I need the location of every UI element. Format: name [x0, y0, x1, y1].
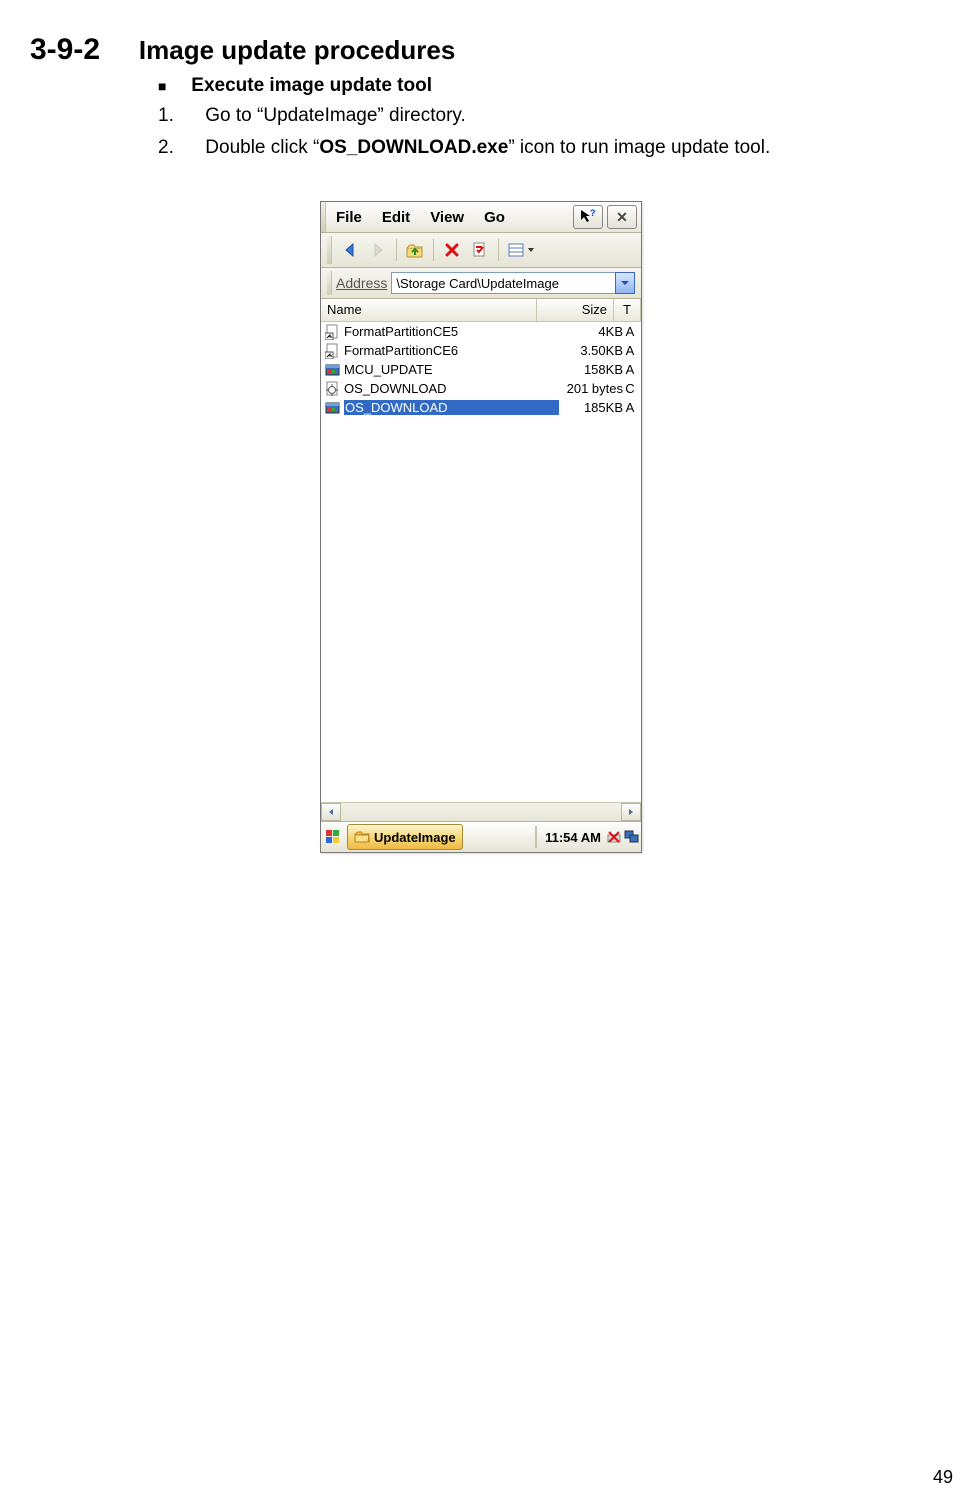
file-type-letter: C [623, 381, 637, 396]
chevron-down-icon [620, 278, 630, 288]
section-heading: 3-9-2 Image update procedures [30, 30, 913, 67]
file-type-letter: A [623, 324, 637, 339]
toolbar-divider-icon [433, 239, 434, 261]
delete-button[interactable] [440, 238, 464, 262]
file-type-letter: A [623, 343, 637, 358]
back-button[interactable] [338, 238, 362, 262]
file-name: FormatPartitionCE5 [344, 324, 559, 339]
step-2-number: 2. [158, 135, 200, 161]
svg-text:?: ? [590, 209, 596, 218]
menu-view[interactable]: View [420, 209, 474, 226]
forward-button[interactable] [366, 238, 390, 262]
addressbar-grip-icon [327, 271, 332, 295]
file-size: 185KB [559, 400, 623, 415]
start-button[interactable] [321, 828, 345, 846]
page-number: 49 [933, 1467, 953, 1488]
step-2: 2. Double click “OS_DOWNLOAD.exe” icon t… [158, 135, 913, 161]
file-list[interactable]: FormatPartitionCE54KBAFormatPartitionCE6… [321, 322, 641, 802]
explorer-window: File Edit View Go ? ✕ [320, 201, 642, 853]
menu-go[interactable]: Go [474, 209, 515, 226]
file-row[interactable]: OS_DOWNLOAD201 bytesC [321, 379, 641, 398]
taskbar-app-button[interactable]: UpdateImage [347, 824, 463, 850]
file-size: 4KB [559, 324, 623, 339]
step-1-number: 1. [158, 103, 200, 129]
tray-desktop-icon[interactable] [623, 829, 641, 845]
up-folder-button[interactable] [403, 238, 427, 262]
subsection-title: Execute image update tool [191, 75, 432, 96]
taskbar-clock: 11:54 AM [541, 830, 605, 845]
scroll-right-button[interactable] [621, 803, 641, 821]
file-size: 3.50KB [559, 343, 623, 358]
close-button[interactable]: ✕ [607, 205, 637, 229]
file-name: OS_DOWNLOAD [344, 381, 559, 396]
column-type[interactable]: T [614, 299, 641, 321]
taskbar-app-label: UpdateImage [374, 830, 456, 845]
bullet-square-icon: ■ [158, 78, 186, 94]
taskbar: UpdateImage 11:54 AM [321, 821, 641, 852]
file-size: 158KB [559, 362, 623, 377]
view-mode-button[interactable] [505, 238, 539, 262]
chevron-left-icon [327, 808, 335, 816]
chevron-right-icon [627, 808, 635, 816]
file-row[interactable]: FormatPartitionCE63.50KBA [321, 341, 641, 360]
file-row[interactable]: FormatPartitionCE54KBA [321, 322, 641, 341]
step-1-text: Go to “UpdateImage” directory. [205, 105, 465, 126]
step-2-text-a: Double click “ [205, 137, 319, 158]
subsection-heading: ■ Execute image update tool [158, 75, 913, 97]
properties-button[interactable] [468, 238, 492, 262]
help-cursor-icon: ? [580, 209, 596, 226]
address-label: Address [336, 275, 387, 291]
taskbar-divider-icon [535, 826, 537, 848]
section-number: 3-9-2 [30, 33, 130, 67]
tray-network-icon[interactable] [605, 829, 623, 845]
help-button[interactable]: ? [573, 205, 603, 229]
close-icon: ✕ [616, 209, 628, 226]
menu-file[interactable]: File [326, 209, 372, 226]
file-name: FormatPartitionCE6 [344, 343, 559, 358]
section-title: Image update procedures [139, 35, 455, 65]
file-row[interactable]: OS_DOWNLOAD185KBA [321, 398, 641, 417]
file-type-letter: A [623, 400, 637, 415]
file-type-icon [325, 400, 341, 416]
menubar: File Edit View Go ? ✕ [321, 202, 641, 233]
list-header: Name Size T [321, 299, 641, 322]
menu-edit[interactable]: Edit [372, 209, 420, 226]
step-2-text-b: ” icon to run image update tool. [508, 137, 770, 158]
step-1: 1. Go to “UpdateImage” directory. [158, 103, 913, 129]
column-name[interactable]: Name [321, 299, 537, 321]
toolbar-divider-icon [396, 239, 397, 261]
address-bar: Address [321, 268, 641, 299]
address-dropdown-button[interactable] [615, 272, 635, 294]
toolbar [321, 233, 641, 268]
step-2-bold: OS_DOWNLOAD.exe [319, 137, 508, 158]
toolbar-grip-icon [327, 236, 332, 264]
file-type-icon [325, 324, 341, 340]
address-input[interactable] [391, 272, 616, 294]
folder-icon [354, 829, 370, 845]
file-row[interactable]: MCU_UPDATE158KBA [321, 360, 641, 379]
file-type-icon [325, 381, 341, 397]
file-name: OS_DOWNLOAD [344, 400, 559, 415]
file-type-icon [325, 362, 341, 378]
scrollbar-track[interactable] [341, 803, 621, 821]
file-name: MCU_UPDATE [344, 362, 559, 377]
horizontal-scrollbar[interactable] [321, 802, 641, 821]
file-type-letter: A [623, 362, 637, 377]
toolbar-divider-icon [498, 239, 499, 261]
file-size: 201 bytes [559, 381, 623, 396]
windows-logo-icon [324, 828, 342, 846]
file-type-icon [325, 343, 341, 359]
scroll-left-button[interactable] [321, 803, 341, 821]
column-size[interactable]: Size [537, 299, 614, 321]
